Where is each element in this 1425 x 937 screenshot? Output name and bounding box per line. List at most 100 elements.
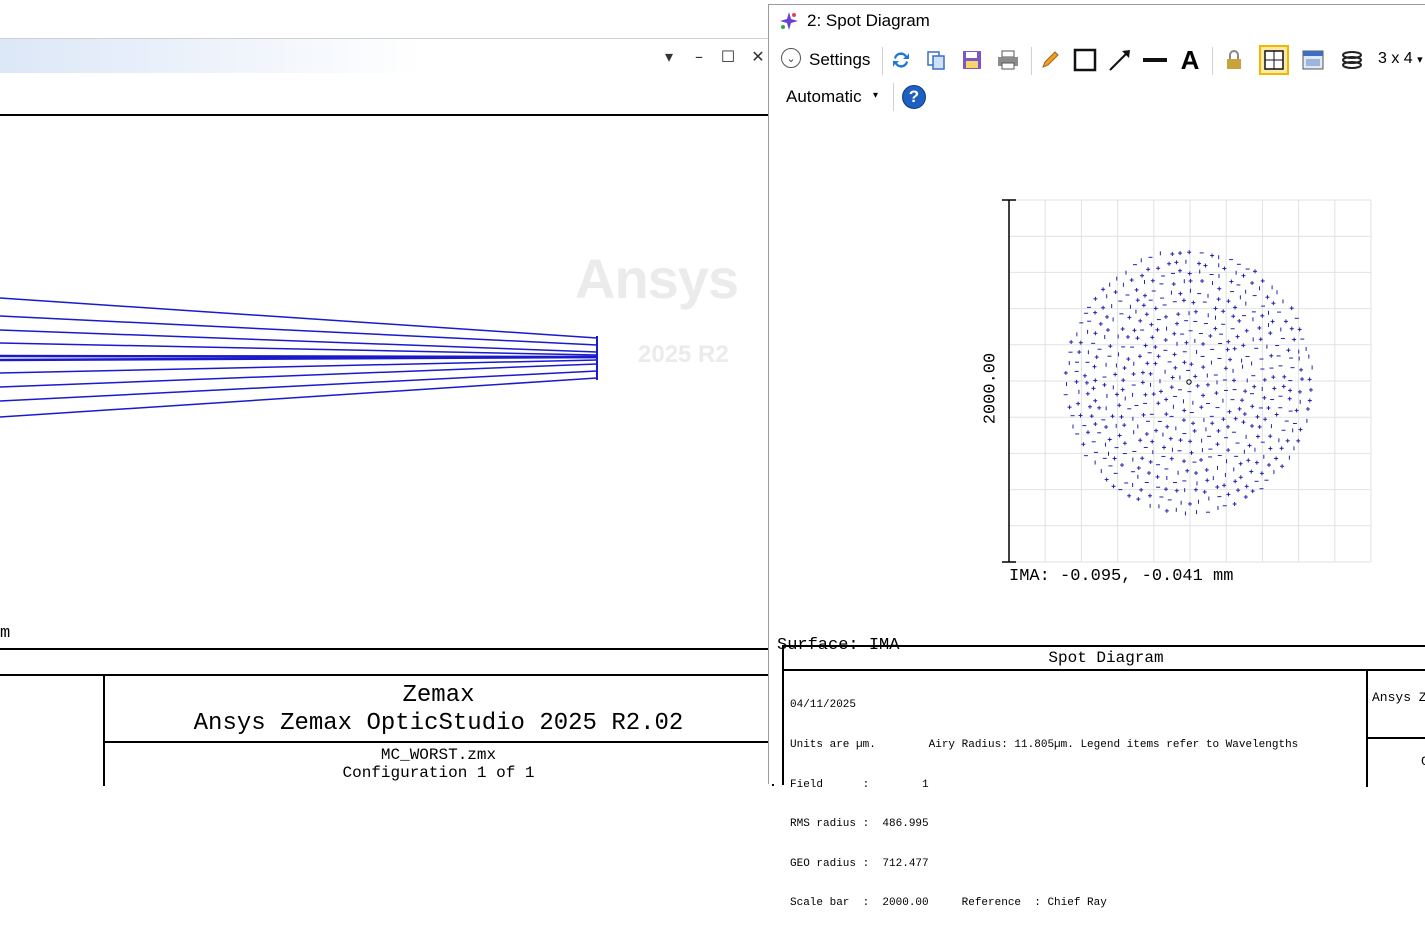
spot-point xyxy=(1156,266,1161,271)
refresh-icon[interactable] xyxy=(887,46,915,74)
zoom-fit-icon[interactable] xyxy=(1259,45,1289,75)
spot-point xyxy=(1300,377,1305,382)
spot-point xyxy=(1296,438,1301,443)
line-icon[interactable] xyxy=(1141,46,1169,74)
spot-point xyxy=(1187,250,1192,255)
window-menu-chevron-icon[interactable]: ▾ xyxy=(658,45,680,67)
spot-point xyxy=(1255,434,1260,439)
copy-icon[interactable] xyxy=(922,46,950,74)
spot-point xyxy=(1107,437,1112,442)
save-icon[interactable] xyxy=(958,46,986,74)
spot-point xyxy=(1193,309,1198,314)
pencil-icon[interactable] xyxy=(1036,46,1064,74)
product-version: Ansys Zemax OpticStudio 2025 R2.02 xyxy=(193,710,684,737)
spot-point xyxy=(1164,397,1169,402)
spot-point xyxy=(1222,483,1227,488)
left-window-titlebar[interactable]: ▾ – ☐ ✕ xyxy=(0,39,772,73)
window-layout-icon[interactable] xyxy=(1299,46,1327,74)
spot-point xyxy=(1250,423,1255,428)
spot-point xyxy=(1067,405,1072,410)
spot-point xyxy=(1231,314,1236,319)
spot-point xyxy=(1236,488,1241,493)
help-icon[interactable]: ? xyxy=(900,83,928,111)
analysis-toolbar: ⌄ Settings A 3 x 4 ▾ xyxy=(769,43,1425,79)
spot-point xyxy=(1193,487,1198,492)
info-rms-radius: RMS radius : 486.995 xyxy=(790,818,929,831)
layout-title-block: Zemax Ansys Zemax OpticStudio 2025 R2.02… xyxy=(0,648,774,786)
spot-point xyxy=(1132,328,1137,333)
spot-point xyxy=(1182,408,1187,413)
spot-point xyxy=(1268,331,1273,336)
spot-point xyxy=(1093,296,1098,301)
spot-window-titlebar[interactable]: 2: Spot Diagram xyxy=(769,5,1425,37)
arrow-icon[interactable] xyxy=(1106,46,1134,74)
spot-diagram-plot[interactable]: 2000.00 IMA: -0.095, -0.041 mm Surface: … xyxy=(769,117,1425,655)
spot-point xyxy=(1226,448,1231,453)
spot-point xyxy=(1213,326,1218,331)
spot-point xyxy=(1221,309,1226,314)
info-date: 04/11/2025 xyxy=(790,699,857,712)
spot-point xyxy=(1139,487,1144,492)
info-block-divider xyxy=(784,669,1425,671)
spot-point xyxy=(1093,422,1098,427)
spot-point xyxy=(1223,366,1228,371)
spot-point xyxy=(1081,442,1086,447)
info-geo-radius: GEO radius : 712.477 xyxy=(790,857,929,870)
spot-point xyxy=(1185,468,1190,473)
spot-point xyxy=(1078,340,1083,345)
spot-point xyxy=(1097,405,1102,410)
spot-point xyxy=(1199,457,1204,462)
spot-point xyxy=(1164,412,1169,417)
spot-point xyxy=(1191,300,1196,305)
spot-point xyxy=(1167,261,1172,266)
spot-point xyxy=(1233,479,1238,484)
spot-point xyxy=(1283,319,1288,324)
toolbar-separator xyxy=(1212,47,1213,75)
lock-icon[interactable] xyxy=(1220,46,1248,74)
layers-icon[interactable] xyxy=(1338,46,1366,74)
spot-point xyxy=(1244,328,1249,333)
spot-point xyxy=(1162,445,1167,450)
spot-point xyxy=(1093,378,1098,383)
spot-point xyxy=(1226,299,1231,304)
spot-point xyxy=(1203,263,1208,268)
close-icon[interactable]: ✕ xyxy=(747,45,769,67)
spot-point xyxy=(1129,278,1134,283)
settings-button[interactable]: Settings xyxy=(809,50,870,70)
spot-point xyxy=(1242,412,1247,417)
scale-bar-label: 2000.00 xyxy=(981,352,1001,425)
spot-point xyxy=(1194,471,1199,476)
spot-point xyxy=(1142,293,1147,298)
title-block-divider xyxy=(0,674,774,676)
lens-layout-plot[interactable]: Ansys 2025 R2 xyxy=(0,114,772,650)
spot-info-block: Spot Diagram 04/11/2025 Units are µm. Ai… xyxy=(782,645,1425,909)
spot-point xyxy=(1149,322,1154,327)
spot-point xyxy=(1195,383,1200,388)
minimize-icon[interactable]: – xyxy=(688,45,710,67)
spot-point xyxy=(1305,406,1310,411)
chevron-down-icon[interactable]: ▾ xyxy=(873,90,878,101)
spot-point xyxy=(1172,331,1177,336)
spot-point xyxy=(1178,438,1183,443)
spot-point xyxy=(1210,253,1215,258)
spot-point xyxy=(1307,398,1312,403)
spot-point xyxy=(1272,386,1277,391)
spot-point xyxy=(1243,389,1248,394)
spot-point xyxy=(1134,287,1139,292)
spot-point xyxy=(1143,392,1148,397)
spot-point xyxy=(1135,336,1140,341)
spot-point xyxy=(1214,391,1219,396)
chevron-down-icon: ▾ xyxy=(1417,54,1423,66)
grid-layout-dropdown[interactable]: 3 x 4 ▾ xyxy=(1378,50,1423,68)
chevron-down-icon[interactable]: ⌄ xyxy=(781,48,801,68)
automatic-dropdown[interactable]: Automatic xyxy=(786,87,862,107)
spot-point xyxy=(1201,341,1206,346)
spot-point xyxy=(1094,355,1099,360)
spot-point xyxy=(1101,305,1106,310)
info-block-divider xyxy=(1366,737,1425,739)
text-tool-icon[interactable]: A xyxy=(1176,45,1204,75)
maximize-icon[interactable]: ☐ xyxy=(717,45,739,67)
rectangle-icon[interactable] xyxy=(1071,46,1099,74)
print-icon[interactable] xyxy=(994,46,1022,74)
layout-scale-unit: m xyxy=(0,624,11,643)
